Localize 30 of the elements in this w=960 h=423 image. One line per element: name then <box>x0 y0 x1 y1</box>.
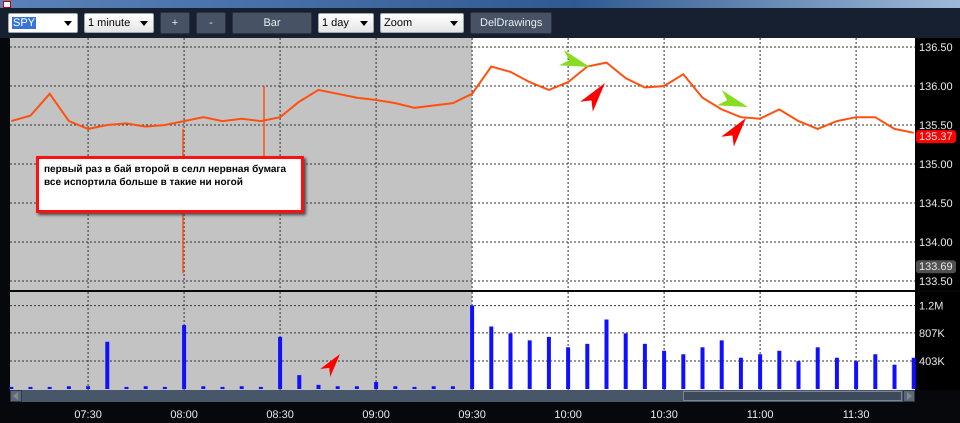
zoom-in-button[interactable]: + <box>160 12 190 34</box>
time-axis-label: 08:00 <box>170 409 198 421</box>
time-axis-label: 07:30 <box>74 409 102 421</box>
annotation-note: первый раз в бай второй в селл нервная бумага все испортила больше в такие ни ногой <box>36 156 304 213</box>
time-axis-label: 11:30 <box>842 409 870 421</box>
time-axis-label: 08:30 <box>266 409 294 421</box>
price-tag: 133.69 <box>916 260 956 274</box>
range-dropdown[interactable]: 1 day <box>318 13 374 33</box>
symbol-field[interactable]: SPY <box>8 13 78 33</box>
mode-dropdown[interactable]: Zoom <box>380 13 464 33</box>
volume-axis-label: 807K <box>919 328 945 340</box>
chart-style-button[interactable]: Bar <box>232 12 312 34</box>
price-axis-label: 134.00 <box>919 237 953 250</box>
price-axis-label: 135.00 <box>919 159 953 171</box>
price-axis-label: 133.50 <box>919 276 953 288</box>
price-axis-label: 135.50 <box>919 120 953 132</box>
time-axis-label: 09:00 <box>362 409 390 421</box>
price-axis-label: 136.00 <box>919 80 953 93</box>
del-drawings-button[interactable]: DelDrawings <box>470 12 552 34</box>
time-axis-label: 10:00 <box>554 409 582 421</box>
price-axis-label: 136.50 <box>919 42 953 54</box>
interval-dropdown[interactable]: 1 minute <box>84 13 154 33</box>
price-axis-label: 134.50 <box>919 198 953 210</box>
time-axis-label: 11:00 <box>746 409 774 421</box>
volume-axis-label: 1.2M <box>919 300 944 313</box>
zoom-out-button[interactable]: - <box>196 12 226 34</box>
time-axis-label: 10:30 <box>650 409 678 421</box>
time-axis-label: 09:30 <box>458 409 486 421</box>
volume-axis-label: 403K <box>919 356 945 368</box>
price-tag: 135.37 <box>916 130 956 144</box>
